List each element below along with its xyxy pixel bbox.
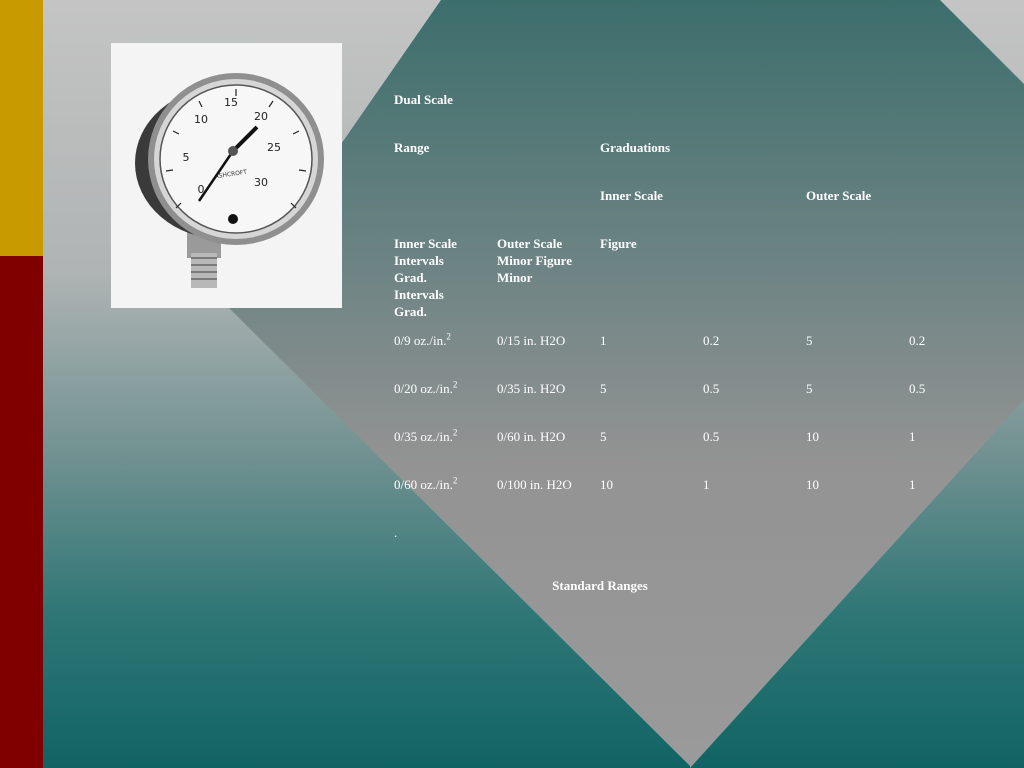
outer-scale-header: Outer Scale <box>806 188 872 203</box>
table-title: Dual Scale <box>394 92 453 107</box>
column-header-inner-scale: Inner Scale Intervals Grad. Intervals Gr… <box>394 236 457 319</box>
superscript: 2 <box>452 427 458 438</box>
outer-figure: 5 <box>806 333 813 348</box>
inner-range: 0/60 oz./in. <box>394 477 453 492</box>
table-row: 0/9 oz./in.2 0/15 in. H2O 1 0.2 5 0.2 <box>394 332 925 380</box>
table-row: 0/60 oz./in.2 0/100 in. H2O 10 1 10 1 <box>394 476 925 524</box>
inner-figure: 1 <box>600 333 607 348</box>
superscript: 2 <box>452 475 458 486</box>
column-header-outer-scale: Outer Scale Minor Figure Minor <box>497 236 572 285</box>
superscript: 2 <box>446 331 451 342</box>
inner-range: 0/9 oz./in. <box>394 333 447 348</box>
outer-figure: 5 <box>806 381 813 396</box>
outer-range: 0/15 in. H2O <box>497 333 566 348</box>
inner-figure: 5 <box>600 429 607 444</box>
column-header-figure: Figure <box>600 236 637 251</box>
gauge-number-25: 25 <box>267 141 281 154</box>
outer-figure: 10 <box>806 477 819 492</box>
dual-scale-table: Dual Scale Range Graduations Inner Scale… <box>394 91 925 572</box>
gauge-number-15: 15 <box>224 96 238 109</box>
outer-range: 0/100 in. H2O <box>497 477 572 492</box>
outer-range: 0/35 in. H2O <box>497 381 566 396</box>
inner-minor: 0.5 <box>703 381 720 396</box>
outer-minor: 1 <box>909 477 916 492</box>
inner-scale-header: Inner Scale <box>600 188 663 203</box>
inner-minor: 0.2 <box>703 333 720 348</box>
inner-minor: 0.5 <box>703 429 720 444</box>
gauge-number-30: 30 <box>254 176 268 189</box>
caption-standard-ranges: Standard Ranges <box>552 578 648 593</box>
pressure-gauge-photo: 0 5 10 15 20 25 30 ASHCROFT <box>111 43 342 308</box>
graduations-header: Graduations <box>600 140 671 155</box>
outer-figure: 10 <box>806 429 819 444</box>
range-header: Range <box>394 140 430 155</box>
gauge-number-5: 5 <box>183 151 190 164</box>
outer-minor: 0.2 <box>909 333 926 348</box>
outer-minor: 1 <box>909 429 916 444</box>
table-dot: . <box>394 525 398 540</box>
outer-minor: 0.5 <box>909 381 926 396</box>
gauge-number-20: 20 <box>254 110 268 123</box>
inner-figure: 5 <box>600 381 607 396</box>
inner-figure: 10 <box>600 477 613 492</box>
inner-range: 0/35 oz./in. <box>394 429 453 444</box>
gauge-number-10: 10 <box>194 113 208 126</box>
table-row: 0/35 oz./in.2 0/60 in. H2O 5 0.5 10 1 <box>394 428 925 476</box>
outer-range: 0/60 in. H2O <box>497 429 566 444</box>
inner-minor: 1 <box>703 477 710 492</box>
superscript: 2 <box>452 379 458 390</box>
inner-range: 0/20 oz./in. <box>394 381 453 396</box>
table-row: 0/20 oz./in.2 0/35 in. H2O 5 0.5 5 0.5 <box>394 380 925 428</box>
